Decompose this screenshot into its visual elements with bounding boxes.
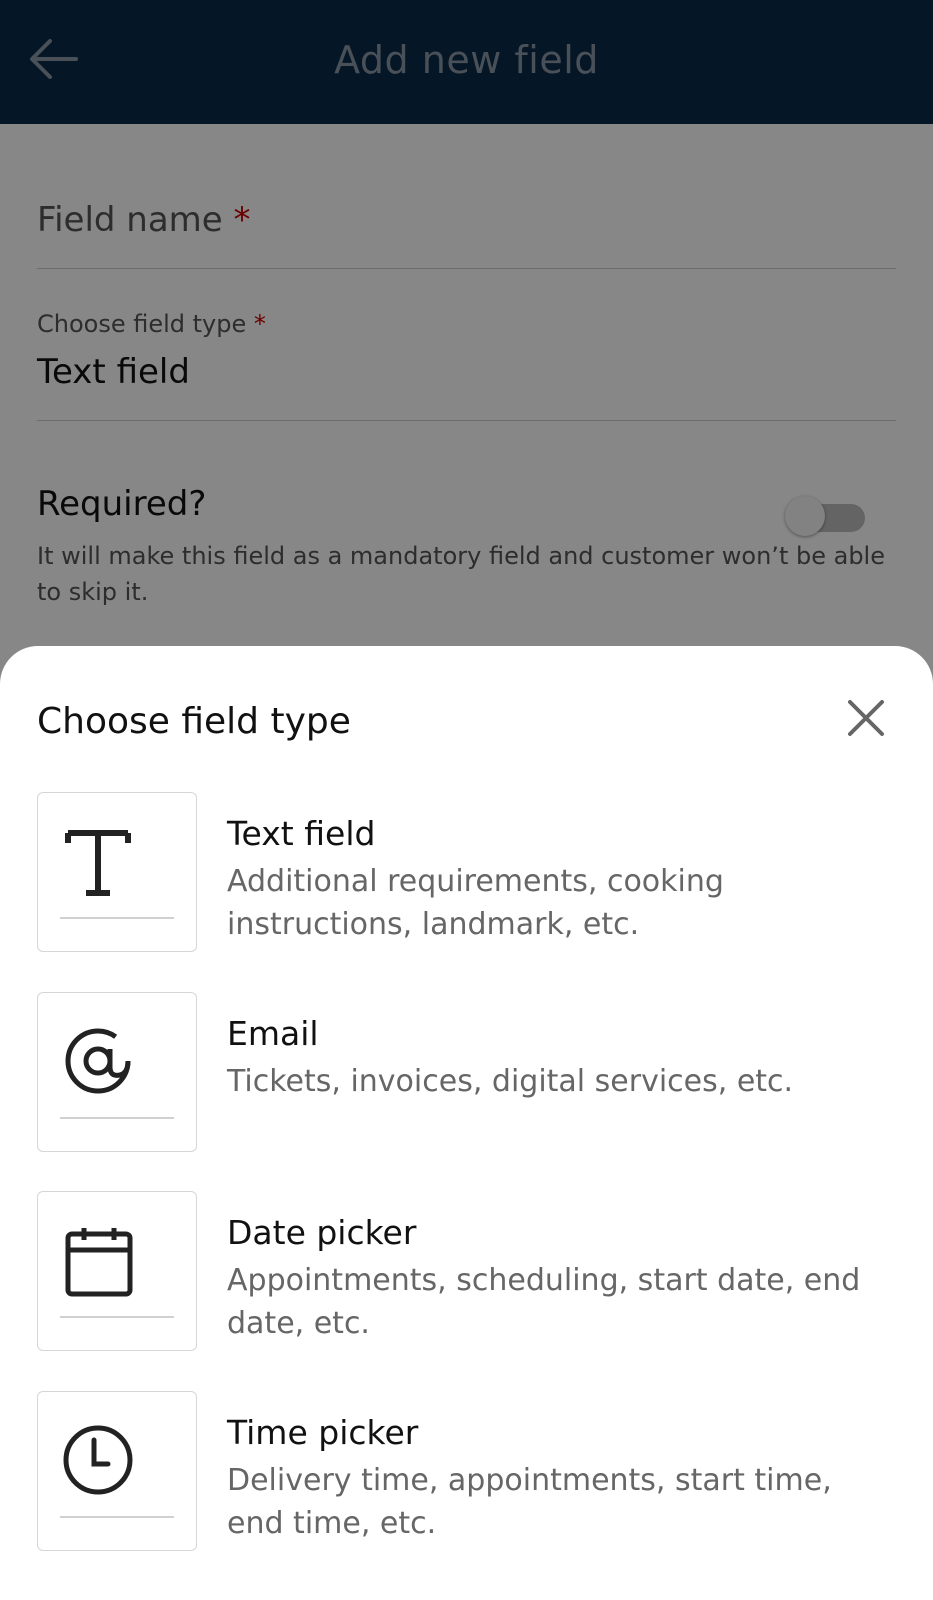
option-description: Tickets, invoices, digital services, etc… (227, 1064, 794, 1099)
option-description: Delivery time, appointments, start time,… (227, 1463, 832, 1541)
text-icon (65, 830, 131, 896)
option-name: Text field (227, 814, 376, 853)
option-email[interactable]: Email Tickets, invoices, digital service… (37, 992, 907, 1154)
option-description: Additional requirements, cooking instruc… (227, 864, 724, 942)
option-name: Email (227, 1014, 319, 1053)
icon-underline (60, 917, 174, 919)
option-date-picker[interactable]: Date picker Appointments, scheduling, st… (37, 1191, 907, 1353)
option-description: Appointments, scheduling, start date, en… (227, 1263, 861, 1341)
option-icon-box (37, 992, 197, 1152)
icon-underline (60, 1117, 174, 1119)
clock-icon (63, 1425, 133, 1495)
icon-underline (60, 1516, 174, 1518)
option-name: Time picker (227, 1413, 419, 1452)
option-icon-box (37, 1391, 197, 1551)
bottom-sheet: Choose field type Text field Additional … (0, 646, 933, 1600)
sheet-title: Choose field type (37, 701, 351, 742)
close-icon[interactable] (844, 696, 888, 740)
icon-underline (60, 1316, 174, 1318)
option-icon-box (37, 1191, 197, 1351)
at-icon (65, 1028, 131, 1094)
option-icon-box (37, 792, 197, 952)
calendar-icon (65, 1228, 133, 1297)
option-time-picker[interactable]: Time picker Delivery time, appointments,… (37, 1391, 907, 1553)
option-name: Date picker (227, 1213, 417, 1252)
option-text-field[interactable]: Text field Additional requirements, cook… (37, 792, 907, 954)
